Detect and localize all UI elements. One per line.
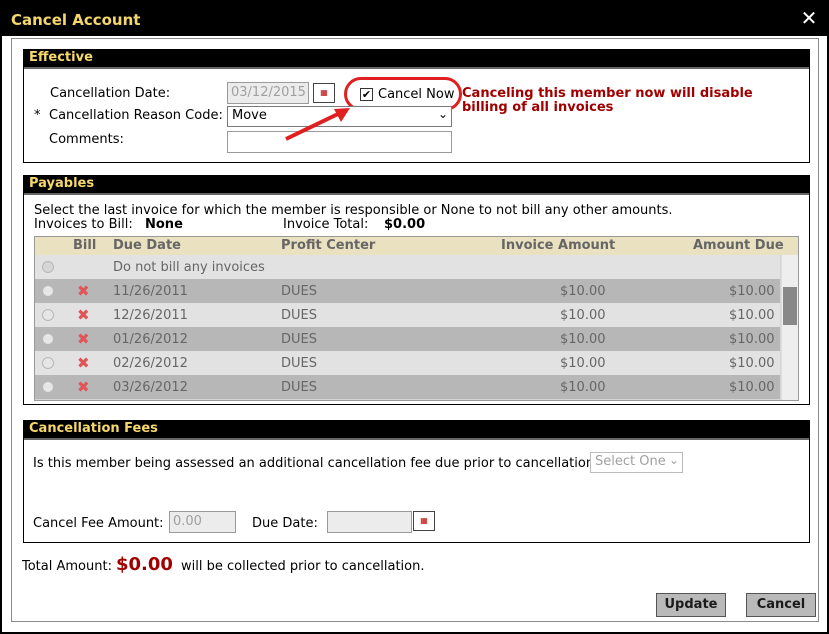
none-row-label: Do not bill any invoices [113,260,265,275]
due-date-cell: 03/26/2012 [113,380,188,395]
effective-header: Effective [24,50,809,69]
invoices-to-bill-value: None [145,217,183,232]
cancel-account-dialog: Cancel Account ✕ Effective Cancellation … [0,0,829,634]
red-arrow-annotation [285,108,350,141]
cancellation-date-field[interactable]: 03/12/2015 [227,82,309,104]
remove-x-icon: ✖ [77,378,90,396]
table-row[interactable]: ✖ 11/26/2011 DUES $10.00 $10.00 [35,279,780,303]
profit-center-cell: DUES [281,356,317,371]
invoice-radio[interactable] [42,381,54,393]
required-mark: * [34,108,41,123]
effective-section: Effective Cancellation Date: 03/12/2015 … [23,49,810,163]
cancel-now-label: Cancel Now [378,87,455,102]
cancel-fee-amount-label: Cancel Fee Amount: [33,516,164,531]
remove-x-icon: ✖ [77,306,90,324]
cancellation-date-label: Cancellation Date: [50,86,171,101]
table-row-none[interactable]: Do not bill any invoices [35,255,780,279]
profit-center-cell: DUES [281,380,317,395]
column-amount-due: Amount Due [693,238,784,253]
cancellation-fees-section: Cancellation Fees Is this member being a… [23,420,810,543]
invoice-amount-cell: $10.00 [560,356,606,371]
remove-x-icon: ✖ [77,330,90,348]
cancel-button[interactable]: Cancel [746,593,816,617]
profit-center-cell: DUES [281,308,317,323]
invoice-total-value: $0.00 [384,217,426,232]
payables-header: Payables [24,176,809,195]
cancel-fee-amount-field[interactable]: 0.00 [169,511,236,533]
cancel-now-warning: Canceling this member now will disable b… [462,86,753,115]
invoice-radio[interactable] [42,357,54,369]
calendar-icon[interactable]: ▦ [313,83,335,103]
update-button[interactable]: Update [656,593,726,617]
none-radio[interactable] [42,261,54,273]
chevron-down-icon: ⌄ [437,107,448,121]
amount-due-cell: $10.00 [729,356,775,371]
invoices-to-bill-label: Invoices to Bill: [34,217,133,232]
scrollbar-thumb[interactable] [783,287,797,325]
due-date-cell: 01/26/2012 [113,332,188,347]
fee-select-value: Select One [595,454,666,469]
invoice-grid-header: Bill Due Date Profit Center Invoice Amou… [35,237,798,255]
remove-x-icon: ✖ [77,282,90,300]
invoice-total-label: Invoice Total: [283,217,369,232]
comments-label: Comments: [49,132,124,147]
total-amount-value: $0.00 [116,554,173,575]
table-row[interactable]: ✖ 12/26/2011 DUES $10.00 $10.00 [35,303,780,327]
table-row[interactable]: ✖ 02/26/2012 DUES $10.00 $10.00 [35,351,780,375]
dialog-title: Cancel Account [11,11,141,29]
invoice-radio[interactable] [42,309,54,321]
column-bill: Bill [73,238,97,253]
due-date-cell: 11/26/2011 [113,284,188,299]
calendar-icon[interactable]: ▦ [413,511,435,531]
reason-code-label: Cancellation Reason Code: [49,108,223,123]
close-icon[interactable]: ✕ [799,8,819,28]
total-amount-label: Total Amount: [22,559,112,574]
invoice-radio[interactable] [42,285,54,297]
cancellation-fees-header: Cancellation Fees [24,421,809,440]
profit-center-cell: DUES [281,284,317,299]
dialog-titlebar: Cancel Account ✕ [2,2,827,36]
due-date-cell: 12/26/2011 [113,308,188,323]
remove-x-icon: ✖ [77,354,90,372]
profit-center-cell: DUES [281,332,317,347]
cancel-now-checkbox[interactable]: ✔ [360,88,373,101]
amount-due-cell: $10.00 [729,308,775,323]
invoice-grid-scrollbar[interactable] [781,255,798,400]
payables-section: Payables Select the last invoice for whi… [23,175,810,405]
total-amount-suffix: will be collected prior to cancellation. [181,559,425,574]
invoice-radio[interactable] [42,333,54,345]
column-profit-center: Profit Center [281,238,376,253]
amount-due-cell: $10.00 [729,284,775,299]
fee-question: Is this member being assessed an additio… [33,456,601,471]
invoice-amount-cell: $10.00 [560,308,606,323]
invoice-amount-cell: $10.00 [560,284,606,299]
reason-code-value: Move [232,108,267,123]
due-date-label: Due Date: [252,516,318,531]
table-row[interactable]: ✖ 03/26/2012 DUES $10.00 $10.00 [35,375,780,399]
table-row[interactable]: ✖ 01/26/2012 DUES $10.00 $10.00 [35,327,780,351]
dialog-content: Effective Cancellation Date: 03/12/2015 … [11,38,819,622]
chevron-down-icon: ⌄ [668,453,679,467]
amount-due-cell: $10.00 [729,332,775,347]
column-due-date: Due Date [113,238,181,253]
due-date-cell: 02/26/2012 [113,356,188,371]
invoice-grid: Bill Due Date Profit Center Invoice Amou… [34,236,799,401]
fee-due-date-field[interactable] [327,511,412,533]
invoice-amount-cell: $10.00 [560,332,606,347]
column-invoice-amount: Invoice Amount [501,238,616,253]
payables-instructions: Select the last invoice for which the me… [34,203,673,218]
amount-due-cell: $10.00 [729,380,775,395]
invoice-amount-cell: $10.00 [560,380,606,395]
fee-select[interactable]: Select One ⌄ [590,452,683,473]
